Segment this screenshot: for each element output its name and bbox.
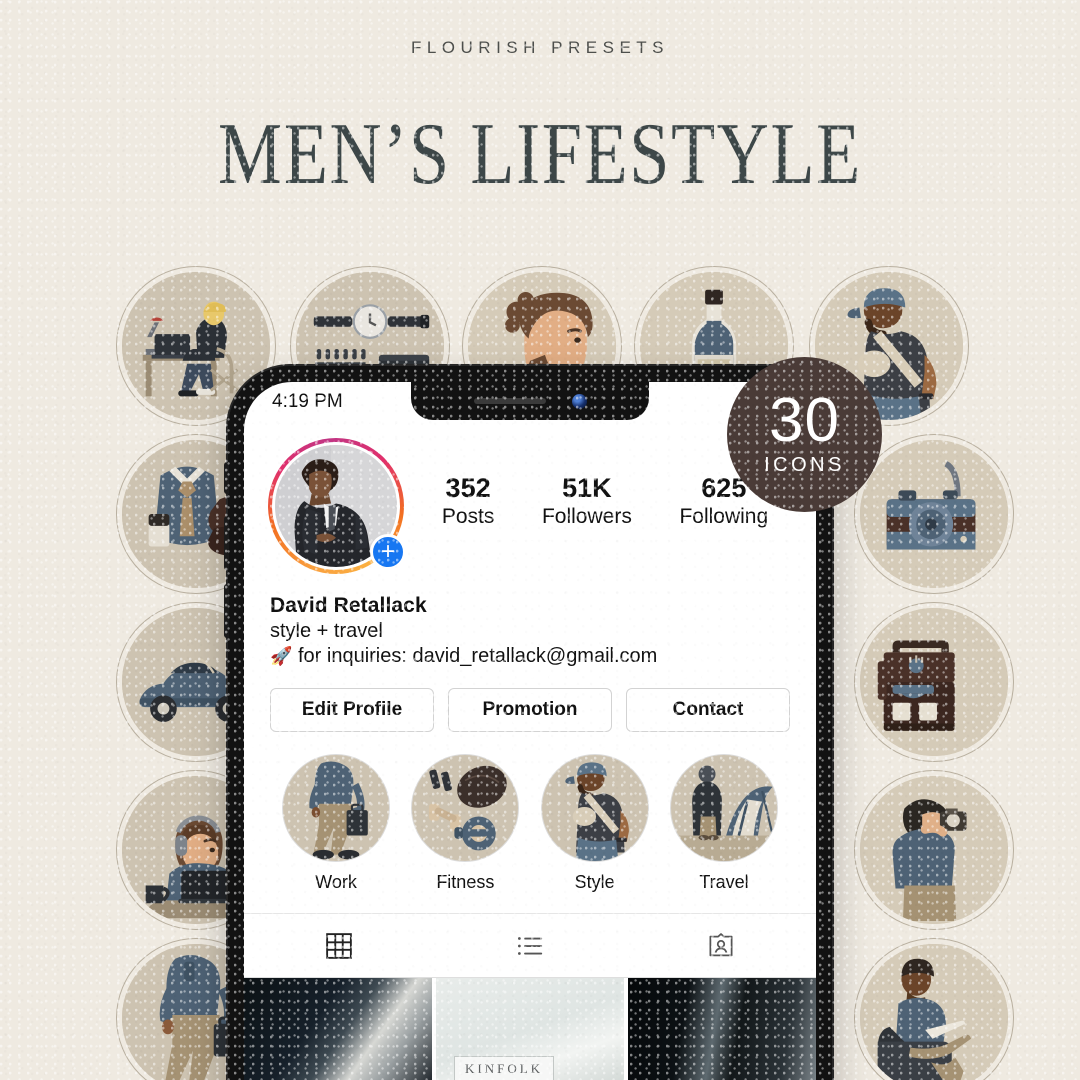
briefcase-man-icon	[282, 754, 390, 862]
status-time: 4:19 PM	[272, 391, 343, 412]
promotion-button[interactable]: Promotion	[448, 688, 612, 732]
highlight-travel-label: Travel	[699, 872, 749, 892]
story-highlights-row: Work Fitness Style Travel	[244, 732, 816, 893]
profile-contact-text: for inquiries: david_retallack@gmail.com	[297, 645, 658, 667]
gym-equipment-icon	[411, 754, 520, 862]
page-title: MEN’S LIFESTYLE	[218, 106, 862, 203]
profile-tab-bar	[244, 913, 816, 977]
phone-screen: 4:19 PM + 352 Posts 51K Followers 625 Fo…	[244, 382, 816, 1080]
stat-followers-label: Followers	[541, 504, 632, 528]
highlight-work[interactable]: Work	[278, 754, 394, 893]
tab-list[interactable]	[515, 931, 545, 961]
avatar[interactable]: +	[268, 438, 406, 574]
phone-volume-up-button[interactable]	[224, 516, 229, 570]
highlight-style-label: Style	[574, 872, 615, 892]
profile-bio: David Retallack style + travel 🚀 for inq…	[244, 574, 816, 668]
highlight-fitness[interactable]: Fitness	[407, 754, 523, 893]
photo-grid: KINFOLK	[244, 977, 816, 1080]
stat-following-label: Following	[679, 504, 769, 528]
profile-bio-line: style + travel	[270, 620, 383, 642]
phone-volume-down-button[interactable]	[224, 584, 229, 638]
highlight-work-label: Work	[315, 872, 357, 892]
stat-posts-label: Posts	[441, 504, 495, 528]
profile-action-buttons: Edit Profile Promotion Contact	[244, 668, 816, 732]
rocket-icon: 🚀	[270, 646, 293, 666]
highlight-fitness-label: Fitness	[436, 872, 495, 892]
highlight-travel[interactable]: Travel	[666, 754, 782, 893]
stat-posts-value: 352	[445, 473, 491, 504]
stat-followers[interactable]: 51K Followers	[542, 473, 632, 528]
photo-tile-3[interactable]	[628, 978, 816, 1080]
decor-icon-man-reading-armchair	[860, 944, 1008, 1080]
stat-followers-value: 51K	[562, 473, 612, 504]
photo-tile-1[interactable]	[244, 978, 432, 1080]
camping-tent-icon	[669, 754, 778, 862]
icon-count-number: 30	[769, 385, 840, 455]
edit-profile-button[interactable]: Edit Profile	[270, 688, 434, 732]
profile-contact-line: 🚀 for inquiries: david_retallack@gmail.c…	[270, 645, 790, 668]
decor-icon-photographer	[860, 776, 1008, 924]
decor-icon-vintage-camera	[860, 440, 1008, 588]
icon-count-badge: 30 ICONS	[727, 357, 882, 512]
contact-button[interactable]: Contact	[626, 688, 790, 732]
stat-posts[interactable]: 352 Posts	[442, 473, 495, 528]
profile-stats: 352 Posts 51K Followers 625 Following	[404, 473, 792, 538]
plus-icon[interactable]: +	[370, 534, 406, 570]
phone-mute-switch[interactable]	[224, 462, 229, 494]
tab-grid[interactable]	[324, 931, 354, 961]
highlight-style[interactable]: Style	[537, 754, 653, 893]
decor-icon-espresso-machine	[860, 608, 1008, 756]
photo-tile-2[interactable]: KINFOLK	[436, 978, 624, 1080]
icon-count-label: ICONS	[764, 454, 845, 477]
profile-name: David Retallack	[270, 594, 427, 617]
brand-label: FLOURISH PRESETS	[410, 38, 670, 57]
tab-tagged[interactable]	[706, 931, 736, 961]
man-sling-bag-icon	[540, 754, 649, 862]
photo-tile-2-caption: KINFOLK	[454, 1056, 555, 1080]
